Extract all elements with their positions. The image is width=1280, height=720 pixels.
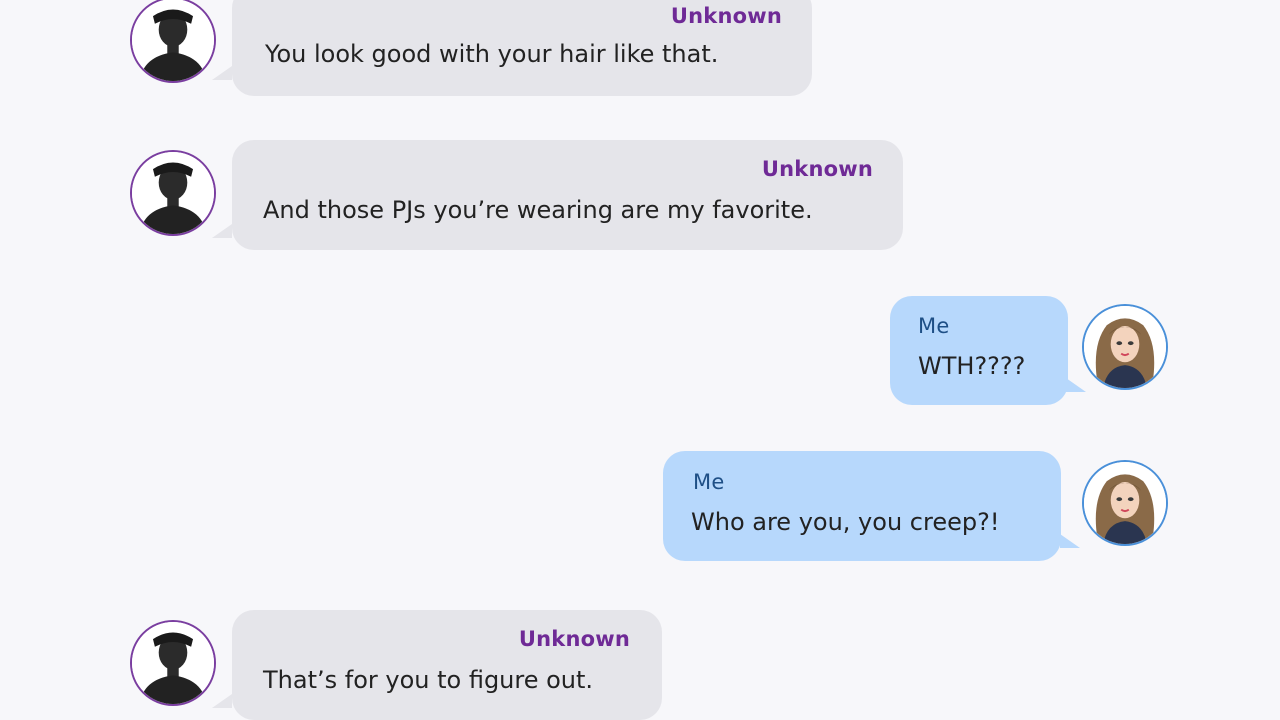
sender-name: Me (918, 314, 950, 338)
silhouette-avatar-icon[interactable] (130, 0, 216, 83)
message-row: Unknown You look good with your hair lik… (0, 0, 1280, 100)
message-bubble[interactable]: Me WTH???? (890, 296, 1068, 405)
message-row: Me WTH???? (0, 296, 1280, 406)
sender-name: Unknown (670, 4, 782, 28)
chat-thread: Unknown You look good with your hair lik… (0, 0, 1280, 720)
message-bubble[interactable]: Unknown And those PJs you’re wearing are… (232, 140, 903, 250)
sender-name: Unknown (518, 627, 630, 651)
girl-avatar-icon[interactable] (1082, 460, 1168, 546)
girl-avatar-icon[interactable] (1082, 304, 1168, 390)
message-row: Unknown That’s for you to figure out. (0, 610, 1280, 720)
bubble-tail (1060, 534, 1080, 548)
bubble-tail (212, 224, 232, 238)
message-text: You look good with your hair like that. (265, 40, 719, 68)
message-text: That’s for you to figure out. (263, 666, 594, 694)
bubble-tail (1066, 378, 1086, 392)
message-row: Me Who are you, you creep?! (0, 451, 1280, 561)
bubble-tail (212, 694, 232, 708)
silhouette-avatar-icon[interactable] (130, 620, 216, 706)
message-text: WTH???? (918, 352, 1026, 380)
message-bubble[interactable]: Unknown That’s for you to figure out. (232, 610, 662, 720)
message-bubble[interactable]: Unknown You look good with your hair lik… (232, 0, 812, 96)
bubble-tail (212, 66, 232, 80)
message-text: Who are you, you creep?! (691, 508, 1000, 536)
silhouette-avatar-icon[interactable] (130, 150, 216, 236)
sender-name: Unknown (761, 157, 873, 181)
message-text: And those PJs you’re wearing are my favo… (263, 196, 813, 224)
message-row: Unknown And those PJs you’re wearing are… (0, 140, 1280, 250)
message-bubble[interactable]: Me Who are you, you creep?! (663, 451, 1061, 561)
sender-name: Me (693, 470, 725, 494)
